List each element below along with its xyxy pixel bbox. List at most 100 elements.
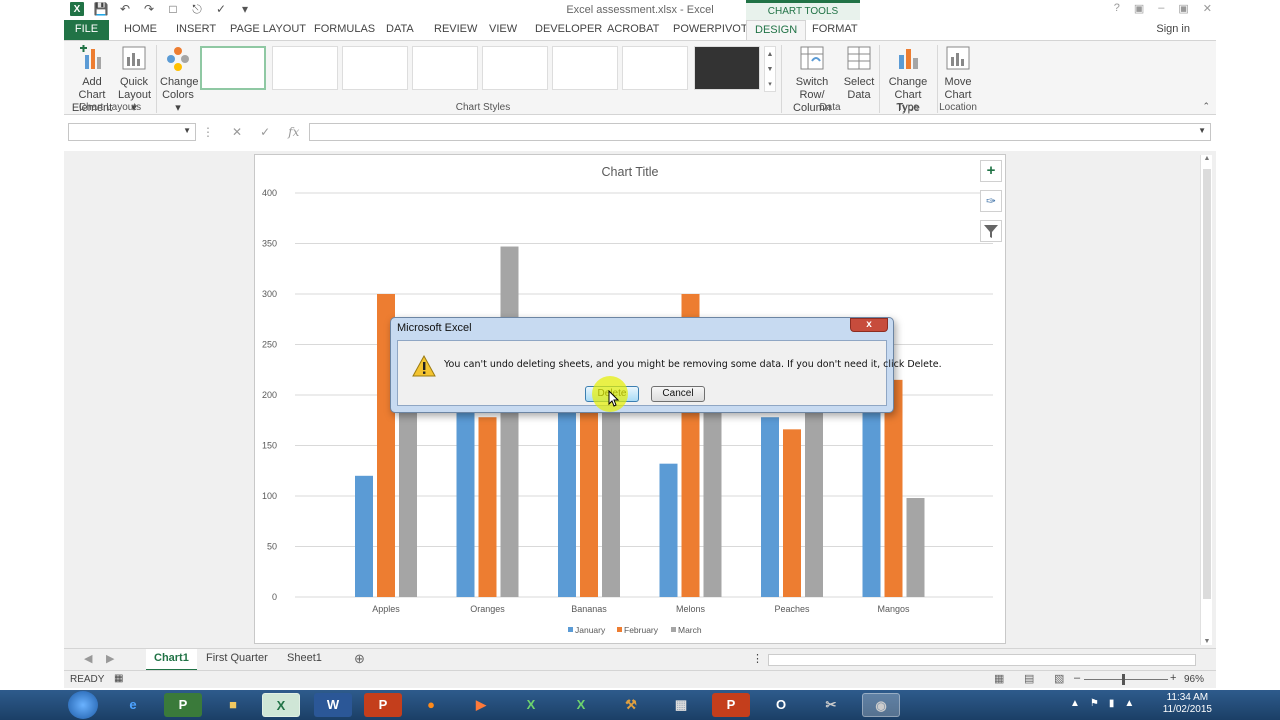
select-data-button[interactable]: Select Data bbox=[842, 45, 876, 102]
formula-bar: ▼ ⋮ ✕ ✓ fx ▼ bbox=[64, 115, 1216, 151]
chart-style-4[interactable] bbox=[412, 46, 478, 90]
zoom-slider-thumb[interactable] bbox=[1122, 674, 1125, 685]
clock[interactable]: 11:34 AM 11/02/2015 bbox=[1163, 692, 1212, 716]
chart-style-6[interactable] bbox=[552, 46, 618, 90]
prev-sheet-icon[interactable]: ◀ bbox=[84, 652, 92, 665]
insert-function-icon[interactable]: fx bbox=[288, 125, 299, 139]
change-colors-button[interactable]: Change Colors ▾ bbox=[160, 45, 199, 115]
dialog-close-button[interactable]: x bbox=[850, 318, 888, 332]
chart-style-8[interactable] bbox=[694, 46, 760, 90]
move-chart-label-2: Chart bbox=[944, 89, 972, 101]
file-explorer-icon[interactable]: ■ bbox=[214, 693, 252, 717]
formula-options-icon[interactable]: ⋮ bbox=[202, 125, 214, 139]
tab-acrobat[interactable]: ACROBAT bbox=[607, 23, 659, 35]
excel-taskbar-icon[interactable]: X bbox=[262, 693, 300, 717]
tab-page-layout[interactable]: PAGE LAYOUT bbox=[230, 23, 306, 35]
sheet-tab-chart1[interactable]: Chart1 bbox=[146, 649, 197, 671]
media-player-icon[interactable]: ▶ bbox=[462, 693, 500, 717]
chart-style-7[interactable] bbox=[622, 46, 688, 90]
chart-elements-button[interactable]: + bbox=[980, 160, 1002, 182]
next-sheet-icon[interactable]: ▶ bbox=[106, 652, 114, 665]
sheet-tab-first-quarter[interactable]: First Quarter bbox=[206, 652, 268, 664]
brush-icon: ✑ bbox=[985, 194, 997, 208]
snipping-tool-icon[interactable]: ✂ bbox=[812, 693, 850, 717]
restore-icon[interactable]: ▣ bbox=[1178, 2, 1188, 15]
name-box[interactable]: ▼ bbox=[68, 123, 196, 141]
chart-styles-button[interactable]: ✑ bbox=[980, 190, 1002, 212]
ribbon-display-icon[interactable]: ▣ bbox=[1134, 2, 1144, 15]
internet-explorer-icon[interactable]: e bbox=[114, 693, 152, 717]
formula-input[interactable]: ▼ bbox=[309, 123, 1211, 141]
add-chart-element-icon bbox=[80, 45, 101, 69]
vertical-scrollbar[interactable]: ▲ ▼ bbox=[1200, 155, 1212, 645]
tray-expand-icon[interactable]: ▲ bbox=[1070, 698, 1080, 709]
chart-style-1[interactable] bbox=[200, 46, 266, 90]
zoom-level[interactable]: 96% bbox=[1184, 674, 1204, 685]
move-chart-button[interactable]: Move Chart bbox=[940, 45, 976, 102]
tab-review[interactable]: REVIEW bbox=[434, 23, 477, 35]
confirm-entry-icon[interactable]: ✓ bbox=[260, 125, 270, 139]
minimize-icon[interactable]: – bbox=[1158, 2, 1164, 15]
tab-view[interactable]: VIEW bbox=[489, 23, 517, 35]
help-icon[interactable]: ? bbox=[1114, 2, 1120, 15]
tab-developer[interactable]: DEVELOPER bbox=[535, 23, 602, 35]
tab-formulas[interactable]: FORMULAS bbox=[314, 23, 375, 35]
excel-alt2-icon[interactable]: X bbox=[562, 693, 600, 717]
chart-style-3[interactable] bbox=[342, 46, 408, 90]
tab-file[interactable]: FILE bbox=[64, 20, 109, 40]
bar-january-peaches bbox=[761, 417, 779, 597]
sign-in-link[interactable]: Sign in bbox=[1156, 23, 1190, 35]
macro-record-icon[interactable]: ▦ bbox=[114, 673, 123, 684]
zoom-out-icon[interactable]: – bbox=[1074, 672, 1080, 684]
chart-filters-button[interactable] bbox=[980, 220, 1002, 242]
collapse-ribbon-icon[interactable]: ⌃ bbox=[1202, 101, 1210, 112]
windows-taskbar: e P ■ X W P ● ▶ X X ⚒ ▦ P O ✂ ◉ ▲ ⚑ ▮ ▲ … bbox=[0, 690, 1280, 720]
tab-design[interactable]: DESIGN bbox=[746, 20, 807, 40]
normal-view-icon[interactable]: ▦ bbox=[994, 672, 1004, 685]
zoom-slider[interactable] bbox=[1084, 679, 1168, 680]
page-break-view-icon[interactable]: ▧ bbox=[1054, 672, 1064, 685]
sheet-tab-sheet1[interactable]: Sheet1 bbox=[287, 652, 322, 664]
firefox-icon[interactable]: ● bbox=[412, 693, 450, 717]
tab-splitter-icon[interactable]: ⋮ bbox=[752, 652, 763, 665]
ribbon-tabs: FILE HOME INSERT PAGE LAYOUT FORMULAS DA… bbox=[64, 0, 1216, 40]
name-box-dropdown-icon[interactable]: ▼ bbox=[183, 126, 191, 135]
recorder-icon[interactable]: ◉ bbox=[862, 693, 900, 717]
tab-powerpivot[interactable]: POWERPIVOT bbox=[673, 23, 748, 35]
tool-icon[interactable]: ⚒ bbox=[612, 693, 650, 717]
powerpoint-icon[interactable]: P bbox=[364, 693, 402, 717]
network-icon[interactable]: ▲ bbox=[1124, 698, 1134, 709]
tab-data[interactable]: DATA bbox=[386, 23, 414, 35]
word-icon[interactable]: W bbox=[314, 693, 352, 717]
formula-buttons: ⋮ ✕ ✓ fx bbox=[202, 125, 299, 139]
tab-insert[interactable]: INSERT bbox=[176, 23, 216, 35]
zoom-in-icon[interactable]: + bbox=[1170, 672, 1176, 684]
tab-home[interactable]: HOME bbox=[124, 23, 157, 35]
battery-icon[interactable]: ▮ bbox=[1109, 698, 1115, 709]
window-controls: ? ▣ – ▣ ✕ bbox=[1114, 2, 1212, 15]
publisher-icon[interactable]: P bbox=[712, 693, 750, 717]
chart-styles-scroll[interactable]: ▲ ▼ ▾ bbox=[764, 46, 776, 92]
scroll-down-icon[interactable]: ▼ bbox=[1201, 638, 1213, 645]
outlook-icon[interactable]: O bbox=[762, 693, 800, 717]
new-sheet-icon[interactable]: ⊕ bbox=[354, 651, 365, 667]
tab-format[interactable]: FORMAT bbox=[812, 23, 858, 35]
excel-alt-icon[interactable]: X bbox=[512, 693, 550, 717]
start-button[interactable] bbox=[68, 691, 98, 719]
project-icon[interactable]: P bbox=[164, 693, 202, 717]
horizontal-scrollbar[interactable] bbox=[768, 654, 1196, 666]
select-data-label-1: Select bbox=[843, 76, 875, 88]
close-icon[interactable]: ✕ bbox=[1203, 2, 1212, 15]
page-layout-view-icon[interactable]: ▤ bbox=[1024, 672, 1034, 685]
cancel-button[interactable]: Cancel bbox=[651, 386, 705, 402]
chart-style-5[interactable] bbox=[482, 46, 548, 90]
bar-february-peaches bbox=[783, 429, 801, 597]
scroll-thumb[interactable] bbox=[1203, 169, 1211, 599]
flag-icon[interactable]: ⚑ bbox=[1090, 698, 1099, 709]
scroll-up-icon[interactable]: ▲ bbox=[1201, 155, 1213, 162]
expand-formula-icon[interactable]: ▼ bbox=[1198, 126, 1206, 135]
cancel-entry-icon[interactable]: ✕ bbox=[232, 125, 242, 139]
switch-row-column-icon bbox=[800, 46, 824, 70]
calculator-icon[interactable]: ▦ bbox=[662, 693, 700, 717]
chart-style-2[interactable] bbox=[272, 46, 338, 90]
